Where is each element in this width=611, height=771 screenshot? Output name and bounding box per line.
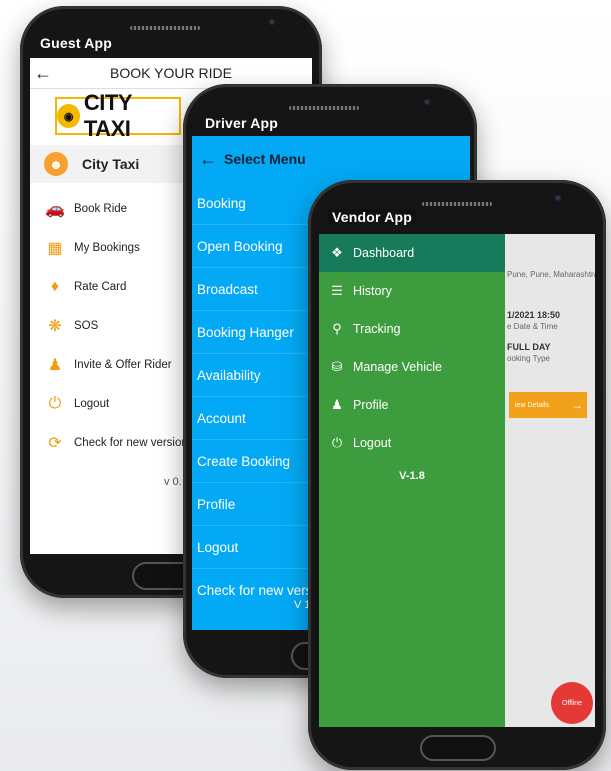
menu-item-label: Dashboard	[353, 246, 415, 260]
app-version: v 0.	[164, 476, 182, 488]
vendor-app-label: Vendor App	[328, 209, 417, 225]
menu-item-label: Check for new version	[74, 436, 188, 449]
list-icon: ☰	[331, 283, 343, 298]
booking-datetime-label: e Date & Time	[507, 322, 558, 331]
page-title: Select Menu	[224, 151, 306, 167]
menu-item-label: Logout	[74, 397, 110, 410]
booking-type: FULL DAY	[507, 342, 551, 352]
lifebuoy-icon: ❋	[48, 317, 62, 335]
booking-address: Pune, Pune, Maharashtra	[507, 270, 595, 279]
logo-text: CITY TAXI	[83, 90, 132, 141]
menu-item-logout[interactable]: ⏻ Logout	[319, 424, 505, 462]
power-icon: ⏻	[331, 435, 343, 450]
home-button[interactable]	[420, 735, 496, 761]
back-arrow-icon[interactable]: ←	[192, 149, 224, 170]
menu-item-label: Logout	[353, 436, 392, 450]
view-details-label: iew Details	[515, 401, 549, 409]
dashboard-icon: ❖	[331, 245, 343, 260]
user-icon: ♟	[47, 356, 63, 374]
phone-camera	[423, 98, 431, 106]
phone-speaker	[422, 202, 492, 206]
car-icon: ⛁	[331, 359, 343, 374]
refresh-icon: ⟳	[48, 434, 62, 452]
menu-item-manage-vehicle[interactable]: ⛁ Manage Vehicle	[319, 348, 505, 386]
vendor-nav-drawer: ❖ Dashboard ☰ History ⚲ Tracking ⛁ Manag…	[319, 234, 505, 727]
avatar-icon: ☻	[44, 152, 68, 176]
car-icon: 🚗	[45, 200, 65, 218]
driver-app-label: Driver App	[205, 115, 279, 131]
booking-type-label: ooking Type	[507, 354, 550, 363]
tag-icon: ♦	[50, 277, 60, 295]
driver-topbar: ← Select Menu	[192, 136, 470, 182]
menu-item-label: My Bookings	[74, 241, 140, 254]
user-name: City Taxi	[82, 156, 140, 172]
menu-item-label: Book Ride	[74, 202, 128, 215]
offline-button[interactable]: Offline	[551, 682, 593, 724]
phone-speaker	[289, 106, 359, 110]
location-pin-icon: ⚲	[332, 321, 342, 336]
dashboard-background: Pune, Pune, Maharashtra 1/2021 18:50 e D…	[505, 234, 595, 727]
app-version: V-1.8	[399, 470, 425, 482]
taxi-icon: ◉	[57, 104, 80, 128]
menu-item-label: Tracking	[353, 322, 401, 336]
power-icon: ⏻	[48, 394, 62, 412]
city-taxi-logo: ◉ CITY TAXI	[55, 90, 181, 141]
map-bookings-icon: ▦	[47, 239, 63, 257]
back-arrow-icon[interactable]: ←	[30, 63, 56, 84]
menu-item-label: Invite & Offer Rider	[74, 358, 172, 371]
vendor-app-phone: Vendor App Pune, Pune, Maharashtra 1/202…	[308, 180, 606, 770]
phone-camera	[554, 194, 562, 202]
view-details-button[interactable]: iew Details →	[509, 392, 587, 418]
vendor-app-screen: Pune, Pune, Maharashtra 1/2021 18:50 e D…	[319, 234, 595, 727]
menu-item-label: Profile	[353, 398, 389, 412]
user-icon: ♟	[331, 397, 343, 412]
menu-item-label: SOS	[74, 319, 99, 332]
menu-item-profile[interactable]: ♟ Profile	[319, 386, 505, 424]
arrow-right-icon: →	[571, 398, 583, 412]
menu-item-label: History	[353, 284, 392, 298]
menu-item-label: Manage Vehicle	[353, 360, 442, 374]
page-title: BOOK YOUR RIDE	[110, 65, 232, 81]
menu-item-label: Rate Card	[74, 280, 127, 293]
booking-datetime: 1/2021 18:50	[507, 310, 561, 320]
menu-item-history[interactable]: ☰ History	[319, 272, 505, 310]
guest-app-label: Guest App	[40, 35, 113, 51]
menu-item-tracking[interactable]: ⚲ Tracking	[319, 310, 505, 348]
phone-speaker	[130, 26, 200, 30]
phone-camera	[268, 18, 276, 26]
menu-item-dashboard[interactable]: ❖ Dashboard	[319, 234, 505, 272]
